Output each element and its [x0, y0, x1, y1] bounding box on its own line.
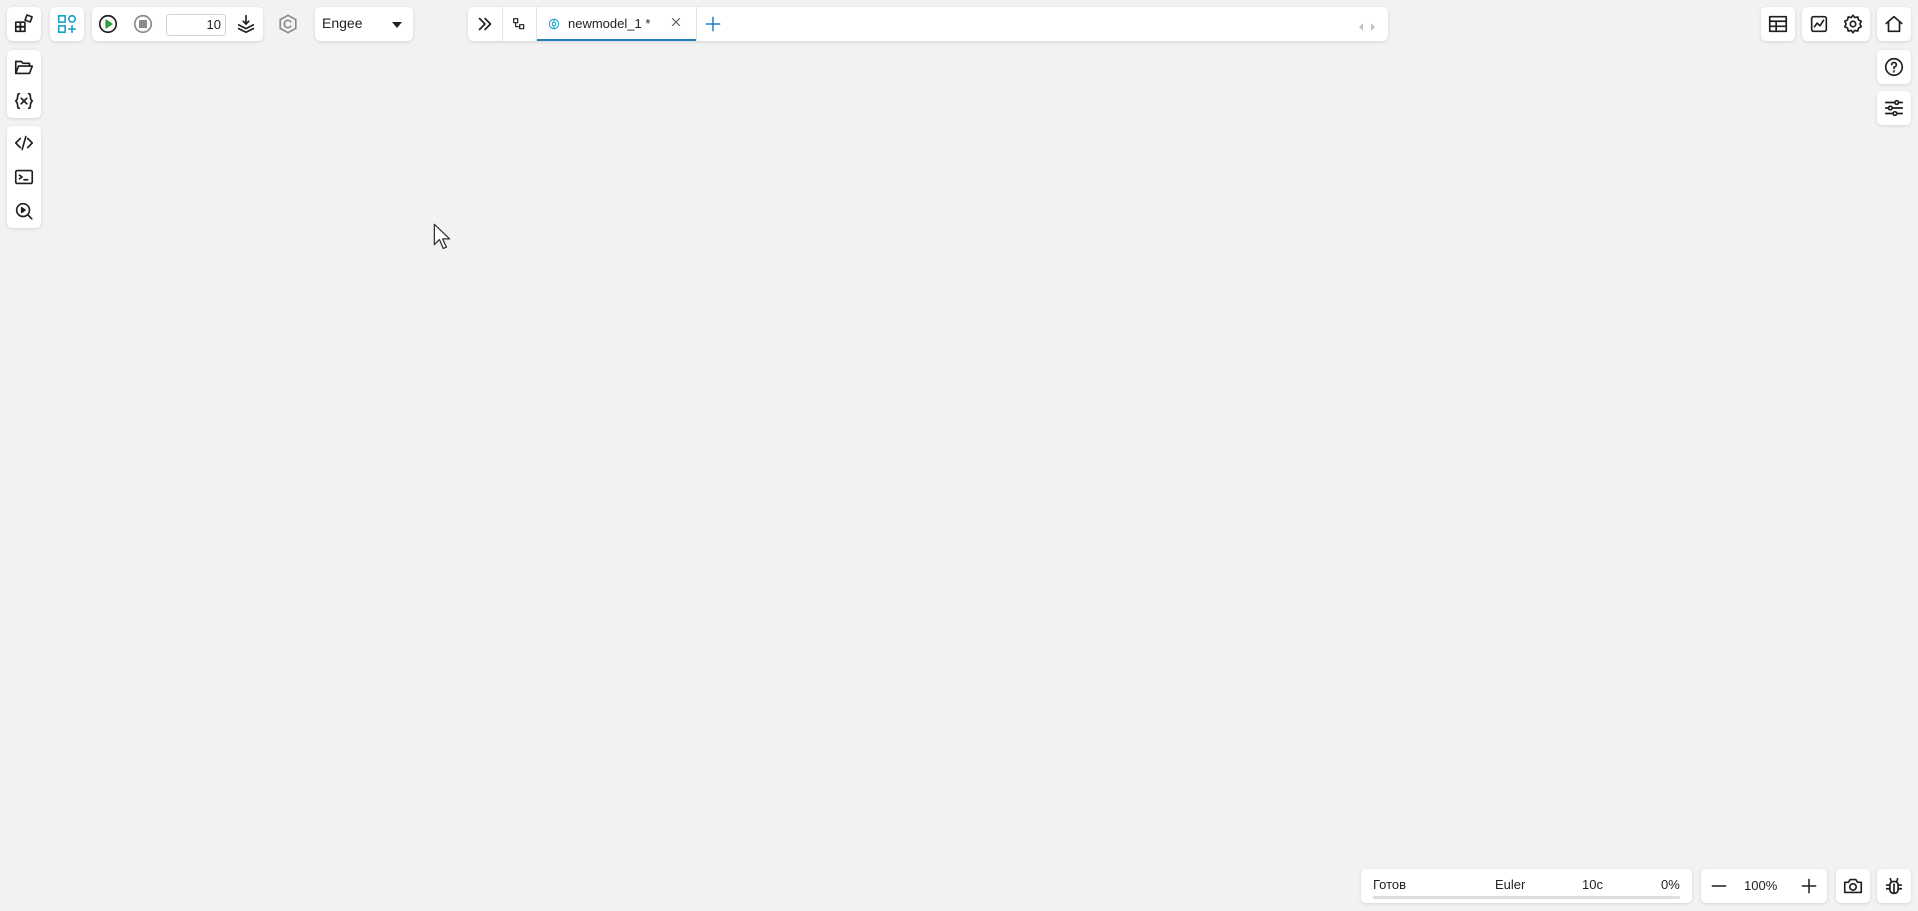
- debug-panel: [1877, 869, 1911, 903]
- add-block-icon: [57, 14, 77, 34]
- new-tab-button[interactable]: [697, 8, 729, 40]
- run-button[interactable]: [92, 8, 124, 40]
- tab-scroll-arrows[interactable]: [1358, 19, 1376, 31]
- model-canvas[interactable]: [48, 48, 1870, 862]
- help-icon: [1884, 57, 1904, 77]
- home-button[interactable]: [1878, 8, 1910, 40]
- camera-icon: [1843, 878, 1863, 894]
- variables-button[interactable]: [8, 85, 40, 117]
- hierarchy-icon: [513, 18, 525, 30]
- search-button[interactable]: [8, 195, 40, 227]
- home-icon: [1885, 15, 1903, 33]
- stop-icon: [133, 14, 153, 34]
- left-sidebar-bottom: [7, 126, 41, 228]
- zoom-level: 100%: [1744, 878, 1778, 893]
- blocks-library-button[interactable]: [8, 8, 40, 40]
- blocks-library-icon: [14, 14, 33, 33]
- screenshot-button[interactable]: [1837, 870, 1869, 902]
- file-browser-button[interactable]: [8, 51, 40, 83]
- status-time: 10с: [1582, 877, 1603, 892]
- bug-icon: [1885, 877, 1903, 895]
- chevron-down-icon: [392, 22, 402, 28]
- code-generation-button[interactable]: [272, 8, 304, 40]
- command-line-button[interactable]: [8, 161, 40, 193]
- target-select[interactable]: Engee: [315, 7, 413, 41]
- solver-settings-button[interactable]: [230, 8, 262, 40]
- zoom-out-button[interactable]: [1703, 870, 1735, 902]
- screenshot-panel: [1836, 869, 1870, 903]
- active-tab-indicator: [537, 39, 696, 41]
- zoom-in-button[interactable]: [1793, 870, 1825, 902]
- graphs-panel: [1802, 7, 1870, 41]
- data-inspector-button[interactable]: [1762, 8, 1794, 40]
- plus-icon: [1801, 878, 1817, 894]
- stop-button[interactable]: [127, 8, 159, 40]
- plus-icon: [705, 16, 721, 32]
- tab-label: newmodel_1 *: [568, 16, 651, 31]
- help-panel: [1877, 50, 1911, 84]
- terminal-icon: [14, 169, 34, 185]
- left-sidebar-top: [7, 50, 41, 118]
- sliders-icon: [1884, 99, 1904, 117]
- status-bar: Готов Euler 10с 0%: [1361, 869, 1692, 903]
- graphs-button[interactable]: [1803, 8, 1835, 40]
- simulation-panel: 10: [92, 7, 263, 41]
- gear-icon: [1843, 14, 1863, 34]
- target-select-value: Engee: [322, 15, 363, 31]
- close-icon: [671, 17, 681, 27]
- zoom-panel: 100%: [1701, 869, 1827, 903]
- table-icon: [1768, 15, 1788, 33]
- model-hierarchy-button[interactable]: [503, 8, 535, 40]
- play-icon: [98, 14, 118, 34]
- simulation-time-value: 10: [206, 17, 221, 32]
- tab-close-button[interactable]: [669, 15, 685, 31]
- parameters-panel: [1877, 91, 1911, 125]
- simulation-time-input[interactable]: 10: [166, 14, 226, 36]
- scroll-arrows-icon: [1359, 23, 1375, 31]
- debug-button[interactable]: [1878, 870, 1910, 902]
- add-block-button[interactable]: [51, 8, 83, 40]
- status-solver: Euler: [1495, 877, 1526, 892]
- parameters-button[interactable]: [1878, 92, 1910, 124]
- help-button[interactable]: [1878, 51, 1910, 83]
- data-inspector-panel: [1761, 7, 1795, 41]
- settings-button[interactable]: [1837, 8, 1869, 40]
- status-progress: 0%: [1661, 877, 1680, 892]
- hexagon-c-icon: [279, 14, 297, 34]
- status-state: Готов: [1373, 877, 1407, 892]
- code-icon: [14, 135, 34, 151]
- folder-open-icon: [14, 60, 34, 75]
- home-panel: [1877, 7, 1911, 41]
- minus-icon: [1711, 885, 1727, 887]
- model-icon: [548, 18, 560, 30]
- blocks-library-panel: [7, 7, 41, 41]
- progress-bar: [1373, 896, 1680, 899]
- double-chevron-right-icon: [478, 17, 492, 31]
- add-block-panel: [50, 7, 84, 41]
- code-editor-button[interactable]: [8, 127, 40, 159]
- search-icon: [15, 202, 33, 220]
- layers-download-icon: [237, 14, 255, 34]
- tab-bar: newmodel_1 *: [468, 7, 1388, 41]
- chart-icon: [1810, 15, 1828, 33]
- tab-newmodel-1[interactable]: newmodel_1 *: [537, 7, 696, 41]
- expand-panel-button[interactable]: [469, 8, 501, 40]
- variables-icon: [14, 92, 34, 110]
- mouse-cursor-icon: [433, 223, 451, 250]
